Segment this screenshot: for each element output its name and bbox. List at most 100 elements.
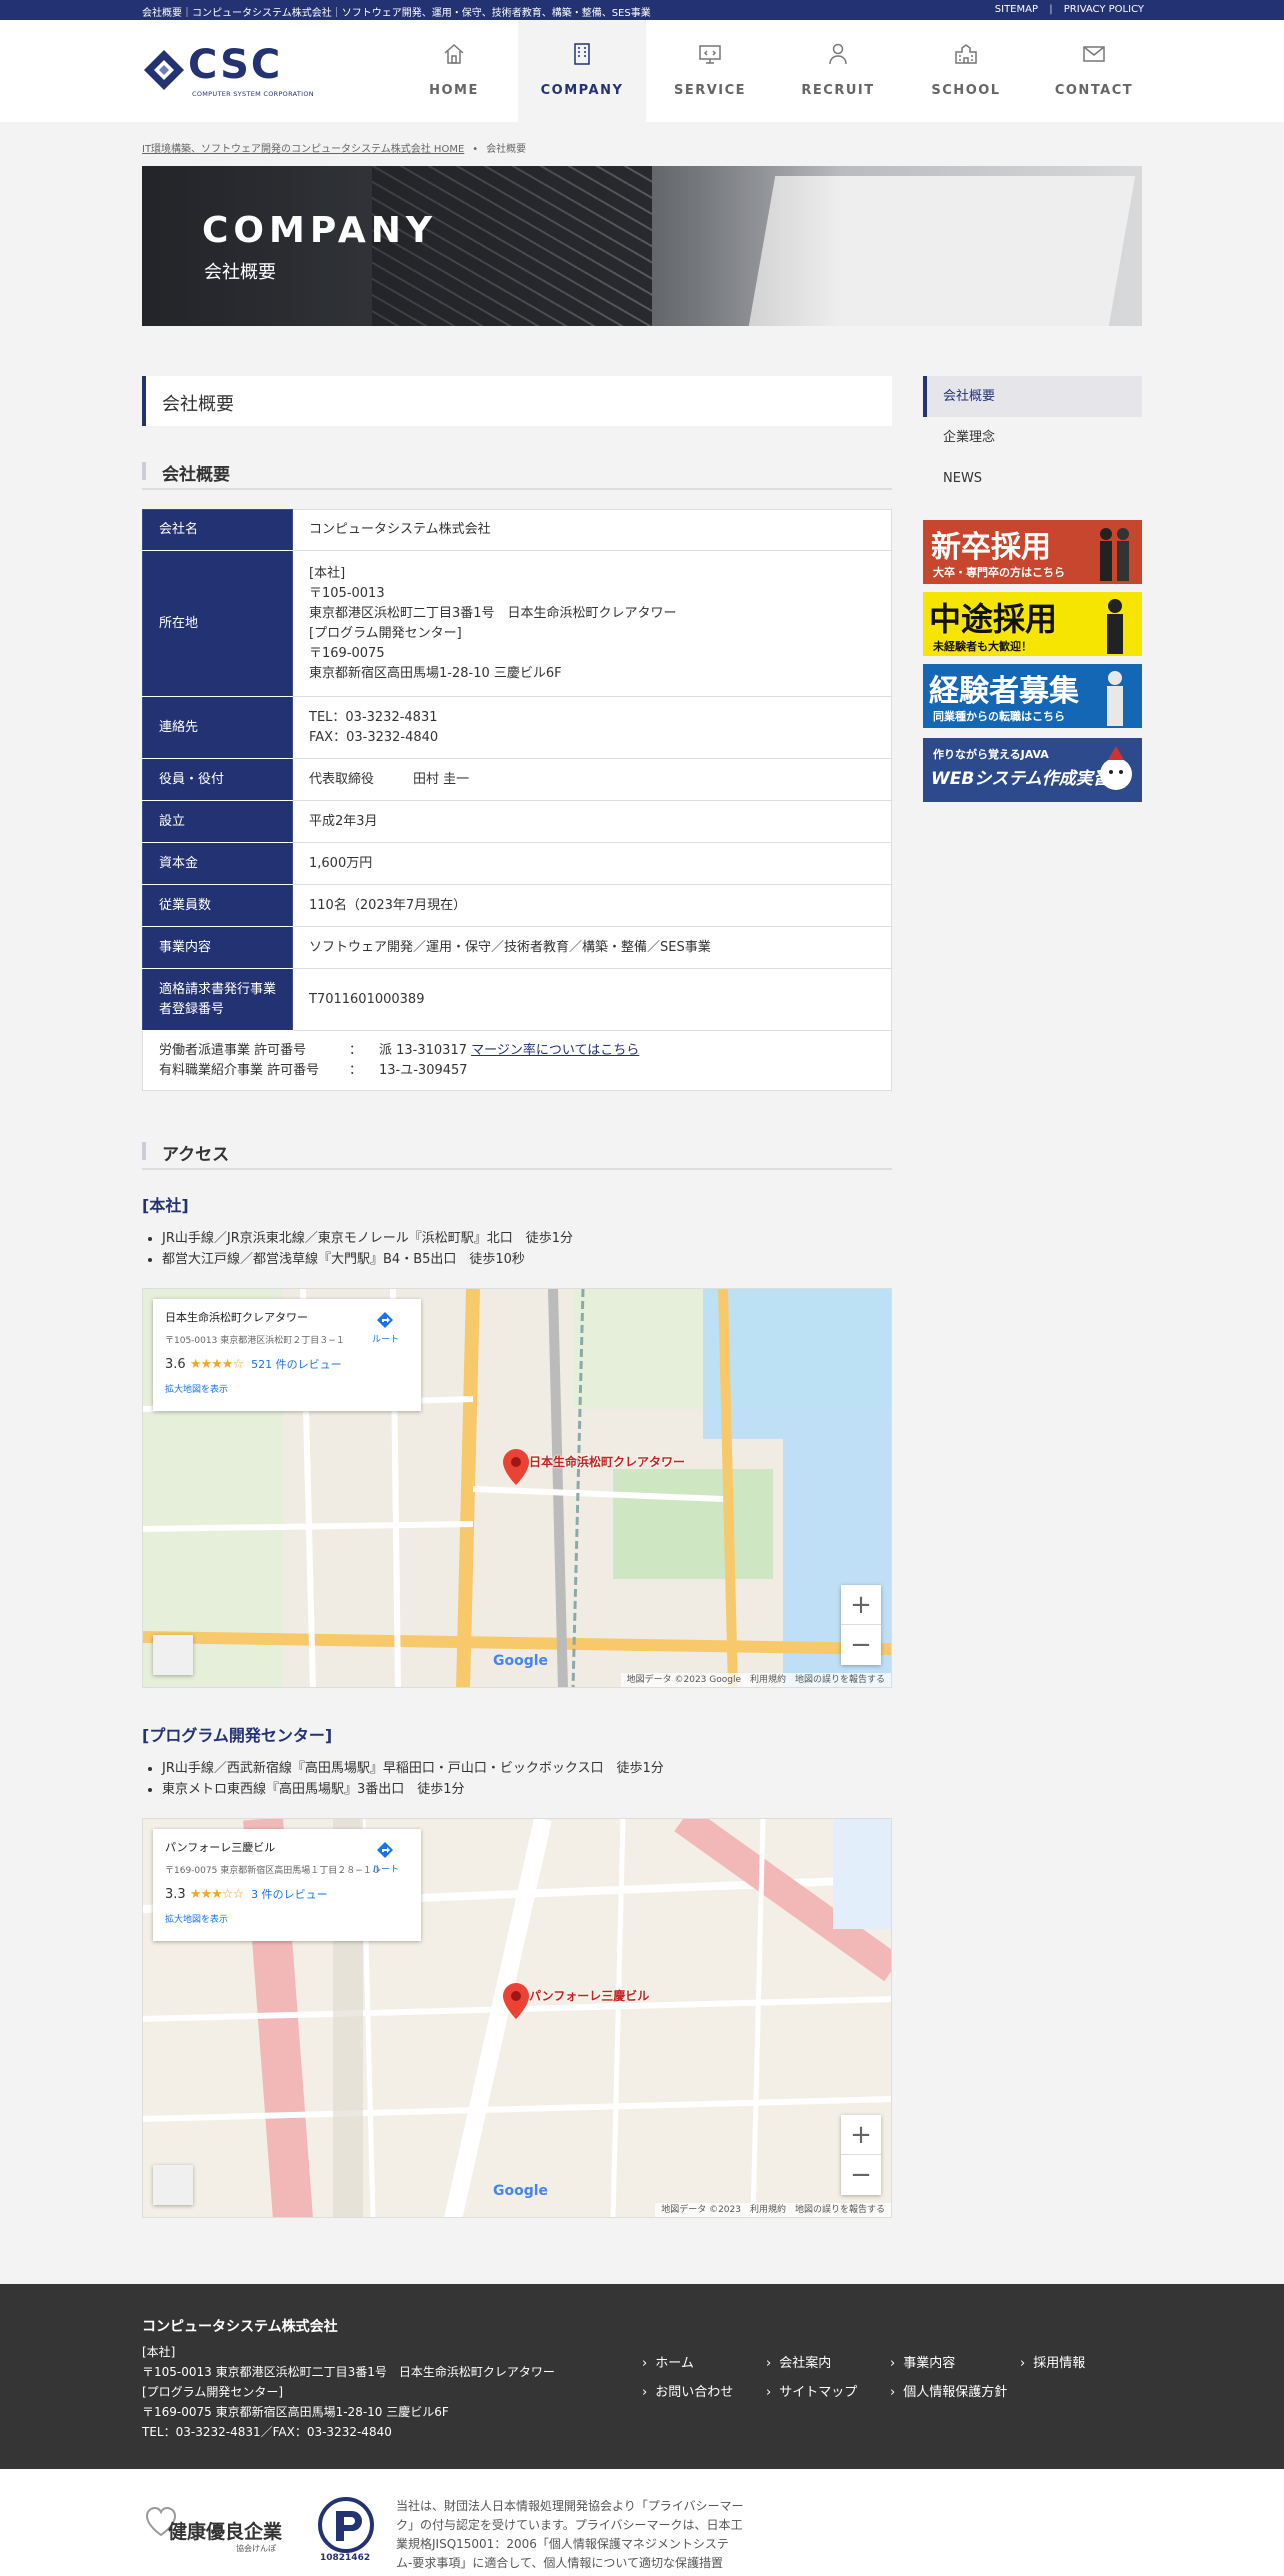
dev-route-list: JR山手線／西武新宿線『高田馬場駅』早稲田口・戸山口・ビックボックス口 徒歩1分…: [162, 1758, 664, 1800]
footer-company-name: コンピュータシステム株式会社: [142, 2319, 338, 2335]
new-graduate-recruit-banner[interactable]: 新卒採用 大卒・専門卒の方はこちら: [923, 520, 1142, 584]
footer-address: [本社] 〒105-0013 東京都港区浜松町二丁目3番1号 日本生命浜松町クレア…: [142, 2345, 555, 2439]
top-links: SITEMAP | PRIVACY POLICY: [987, 4, 1144, 15]
zoom-in-button[interactable]: +: [841, 1585, 881, 1625]
hq-map[interactable]: 日本生命浜松町クレアタワー 日本生命浜松町クレアタワー 〒105-0013 東京…: [142, 1288, 892, 1688]
zoom-control: + −: [841, 2115, 881, 2195]
sidebar-item-news[interactable]: NEWS: [923, 458, 1142, 499]
footer-link-privacy[interactable]: 個人情報保護方針: [890, 2381, 1020, 2400]
map-info-card: パンフォーレ三慶ビル 〒169-0075 東京都新宿区高田馬場１丁目２８−１０ …: [153, 1829, 421, 1941]
footer-link-recruit[interactable]: 採用情報: [1020, 2352, 1140, 2371]
nav-label: RECRUIT: [801, 83, 875, 98]
nav-school[interactable]: SCHOOL: [902, 20, 1030, 122]
breadcrumb-separator: •: [472, 144, 479, 155]
zoom-out-button[interactable]: −: [841, 2155, 881, 2195]
footer-link-sitemap[interactable]: サイトマップ: [766, 2381, 890, 2400]
street-view-icon[interactable]: [153, 2165, 193, 2205]
reviews-link[interactable]: 3 件のレビュー: [251, 1888, 328, 1901]
nav-label: SERVICE: [673, 83, 747, 98]
logo-subtitle: COMPUTER SYSTEM CORPORATION: [192, 90, 314, 98]
nav-home[interactable]: HOME: [390, 20, 518, 122]
certification-section: 健康優良企業 協会けんぽ 10821462 当社は、財団法人日本情報処理開発協会…: [0, 2469, 1284, 2576]
row-value: ソフトウェア開発／運用・保守／技術者教育／構築・整備／SES事業: [292, 926, 892, 969]
breadcrumb-home-link[interactable]: IT環境構築、ソフトウェア開発のコンピュータシステム株式会社 HOME: [142, 144, 464, 155]
sidebar: 会社概要 企業理念 NEWS 新卒採用 大卒・専門卒の方はこちら 中途採用 未経…: [923, 376, 1142, 802]
list-item: JR山手線／西武新宿線『高田馬場駅』早稲田口・戸山口・ビックボックス口 徒歩1分: [162, 1758, 664, 1779]
mail-icon: [1083, 46, 1105, 62]
google-logo: Google: [493, 1653, 549, 1669]
map-copyright[interactable]: 地図データ ©2023 利用規約 地図の誤りを報告する: [655, 2203, 891, 2217]
directions-button[interactable]: ルート: [372, 1311, 399, 1345]
larger-map-link[interactable]: 拡大地図を表示: [165, 1912, 409, 1925]
table-row: 設立 平成2年3月: [142, 800, 892, 843]
table-row: 従業員数 110名（2023年7月現在）: [142, 884, 892, 927]
zoom-in-button[interactable]: +: [841, 2115, 881, 2155]
table-row: 所在地 [本社] 〒105-0013 東京都港区浜松町二丁目3番1号 日本生命浜松町…: [142, 550, 892, 697]
map-copyright[interactable]: 地図データ ©2023 Google 利用規約 地図の誤りを報告する: [620, 1673, 891, 1687]
margin-rate-link[interactable]: マージン率についてはこちら: [471, 1041, 639, 1061]
nav-recruit[interactable]: RECRUIT: [774, 20, 902, 122]
banner-title: COMPANY: [202, 210, 437, 251]
health-company-logo[interactable]: 健康優良企業 協会けんぽ: [146, 2505, 296, 2555]
footer-link-business[interactable]: 事業内容: [890, 2352, 1020, 2371]
site-logo[interactable]: CSC COMPUTER SYSTEM CORPORATION: [142, 42, 322, 100]
nav-service[interactable]: SERVICE: [646, 20, 774, 122]
nav-contact[interactable]: CONTACT: [1030, 20, 1158, 122]
footer-link-company[interactable]: 会社案内: [766, 2352, 890, 2371]
larger-map-link[interactable]: 拡大地図を表示: [165, 1382, 409, 1395]
breadcrumb-current: 会社概要: [486, 144, 527, 155]
site-header: CSC COMPUTER SYSTEM CORPORATION HOME COM…: [0, 20, 1284, 122]
directions-icon: [377, 1312, 394, 1328]
table-row: 事業内容 ソフトウェア開発／運用・保守／技術者教育／構築・整備／SES事業: [142, 926, 892, 969]
sidebar-item-company-profile[interactable]: 会社概要: [923, 376, 1142, 417]
list-item: 東京メトロ東西線『高田馬場駅』3番出口 徒歩1分: [162, 1779, 664, 1800]
map-info-card: 日本生命浜松町クレアタワー 〒105-0013 東京都港区浜松町２丁目３−１ 3…: [153, 1299, 421, 1411]
privacy-mark-icon: [318, 2497, 374, 2553]
sitemap-link[interactable]: SITEMAP: [995, 4, 1038, 15]
footer-links: ホーム 会社案内 事業内容 採用情報 お問い合わせ サイトマップ 個人情報保護方…: [642, 2352, 1140, 2400]
street-view-icon[interactable]: [153, 1635, 193, 1675]
experienced-recruit-banner[interactable]: 経験者募集 同業種からの転職はこちら: [923, 664, 1142, 728]
mid-career-recruit-banner[interactable]: 中途採用 未経験者も大歓迎！: [923, 592, 1142, 656]
row-value: 平成2年3月: [292, 800, 892, 843]
row-value: TEL：03-3232-4831 FAX：03-3232-4840: [292, 696, 892, 759]
reviews-link[interactable]: 521 件のレビュー: [251, 1358, 342, 1371]
directions-button[interactable]: ルート: [372, 1841, 399, 1875]
school-icon: [955, 44, 977, 64]
map-pin-icon[interactable]: [503, 1449, 529, 1485]
license-row: 有料職業紹介事業 許可番号： 13-ユ-309457: [159, 1062, 468, 1078]
row-label: 従業員数: [142, 884, 293, 927]
mascot-icon: [1100, 746, 1132, 790]
privacy-mark-logo[interactable]: 10821462: [314, 2495, 378, 2565]
footer-link-home[interactable]: ホーム: [642, 2352, 766, 2371]
privacy-policy-link[interactable]: PRIVACY POLICY: [1064, 4, 1144, 15]
section-heading-access: アクセス: [142, 1138, 892, 1170]
table-row: 労働者派遣事業 許可番号：派 13-310317 マージン率についてはこちら 有…: [142, 1030, 892, 1091]
monitor-icon: [699, 45, 721, 64]
nav-label: HOME: [429, 83, 479, 98]
rating-stars-icon: ★★★★☆: [189, 1357, 244, 1372]
map-pin-icon[interactable]: [503, 1983, 529, 2019]
csc-logo-mark-icon: [144, 50, 184, 90]
footer-link-contact[interactable]: お問い合わせ: [642, 2381, 766, 2400]
row-label: 会社名: [142, 509, 293, 551]
web-system-training-banner[interactable]: 作りながら覚えるJAVA WEBシステム作成実習: [923, 738, 1142, 802]
directions-icon: [377, 1842, 394, 1858]
sidebar-item-philosophy[interactable]: 企業理念: [923, 417, 1142, 458]
person-silhouette-icon: [1107, 671, 1123, 726]
nav-company[interactable]: COMPANY: [518, 20, 646, 122]
list-item: JR山手線／JR京浜東北線／東京モノレール『浜松町駅』北口 徒歩1分: [162, 1228, 573, 1249]
dev-center-map[interactable]: パンフォーレ三慶ビル パンフォーレ三慶ビル 〒169-0075 東京都新宿区高田…: [142, 1818, 892, 2218]
person-silhouette-icon: [1107, 599, 1123, 654]
logo-wordmark: CSC: [188, 42, 283, 88]
row-value: T7011601000389: [292, 968, 892, 1031]
row-value: [本社] 〒105-0013 東京都港区浜松町二丁目3番1号 日本生命浜松町クレアタ…: [292, 550, 892, 697]
list-item: 都営大江戸線／都営浅草線『大門駅』B4・B5出口 徒歩10秒: [162, 1249, 573, 1270]
row-label: 適格請求書発行事業者登録番号: [142, 968, 293, 1031]
table-row: 資本金 1,600万円: [142, 842, 892, 885]
divider: |: [1049, 4, 1053, 15]
breadcrumb: IT環境構築、ソフトウェア開発のコンピュータシステム株式会社 HOME • 会社概要: [142, 140, 526, 155]
home-icon: [444, 43, 464, 64]
zoom-out-button[interactable]: −: [841, 1625, 881, 1665]
map-place-label: パンフォーレ三慶ビル: [529, 1989, 650, 2003]
